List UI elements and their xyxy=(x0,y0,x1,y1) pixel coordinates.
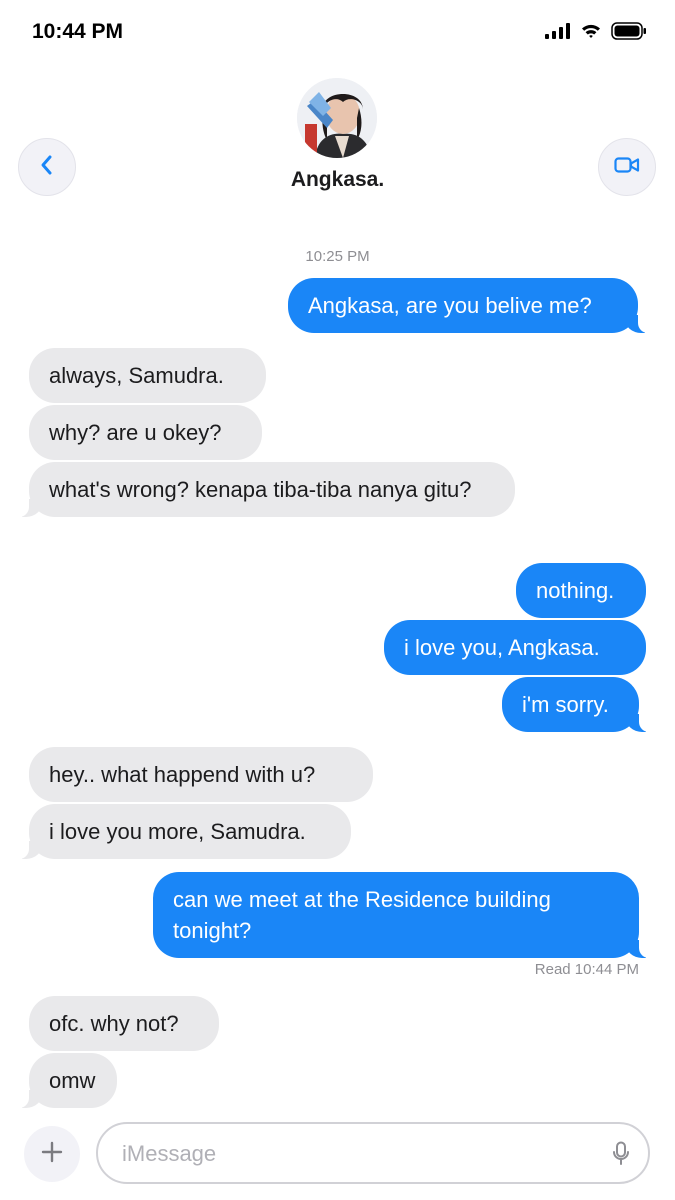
message-bubble-sent[interactable]: i love you, Angkasa. xyxy=(384,620,646,675)
message-bubble-received[interactable]: ofc. why not? xyxy=(29,996,219,1051)
microphone-icon[interactable] xyxy=(612,1141,630,1172)
signal-icon xyxy=(545,23,571,44)
message-input-container[interactable] xyxy=(96,1122,650,1184)
status-time: 10:44 PM xyxy=(32,20,124,43)
video-call-button[interactable] xyxy=(598,138,656,196)
message-bubble-received[interactable]: why? are u okey? xyxy=(29,405,262,460)
message-bubble-received[interactable]: always, Samudra. xyxy=(29,348,266,403)
message-text: i love you more, Samudra. xyxy=(49,819,306,844)
message-bubble-received[interactable]: omw xyxy=(15,1053,117,1108)
message-text: i love you, Angkasa. xyxy=(404,635,600,660)
conversation-timestamp: 10:25 PM xyxy=(305,248,370,265)
message-bubble-received[interactable]: hey.. what happend with u? xyxy=(29,747,373,802)
message-bubble-received[interactable]: what's wrong? kenapa tiba-tiba nanya git… xyxy=(15,462,515,517)
message-text: omw xyxy=(49,1068,96,1093)
contact-avatar[interactable] xyxy=(297,78,377,158)
message-text: hey.. what happend with u? xyxy=(49,762,316,787)
plus-icon xyxy=(41,1141,63,1168)
message-text: can we meet at the Residence building to… xyxy=(173,887,551,943)
message-text: what's wrong? kenapa tiba-tiba nanya git… xyxy=(49,477,472,502)
message-text: always, Samudra. xyxy=(49,363,224,388)
message-bubble-received[interactable]: i love you more, Samudra. xyxy=(15,804,351,859)
video-camera-icon xyxy=(614,156,640,179)
message-text: why? are u okey? xyxy=(49,420,222,445)
message-bubble-sent[interactable]: Angkasa, are you belive me? xyxy=(288,278,652,333)
contact-name[interactable]: Angkasa. xyxy=(0,168,675,192)
add-attachment-button[interactable] xyxy=(24,1126,80,1182)
read-receipt: Read 10:44 PM xyxy=(534,961,639,978)
message-text: i'm sorry. xyxy=(522,692,609,717)
message-input[interactable] xyxy=(120,1136,584,1172)
message-text: Angkasa, are you belive me? xyxy=(308,293,592,318)
message-text: nothing. xyxy=(536,578,615,603)
wifi-icon xyxy=(581,23,601,44)
messages-screen: 10:44 PM Angkasa. 10:25 PM Angkasa, are … xyxy=(0,0,675,1200)
message-bubble-sent[interactable]: i'm sorry. xyxy=(502,677,653,732)
message-bubble-sent[interactable]: nothing. xyxy=(516,563,646,618)
message-bubble-sent[interactable]: can we meet at the Residence building to… xyxy=(153,872,653,958)
battery-icon xyxy=(611,22,647,45)
message-text: ofc. why not? xyxy=(49,1011,179,1036)
status-icons xyxy=(545,22,647,45)
status-bar: 10:44 PM xyxy=(0,0,675,66)
